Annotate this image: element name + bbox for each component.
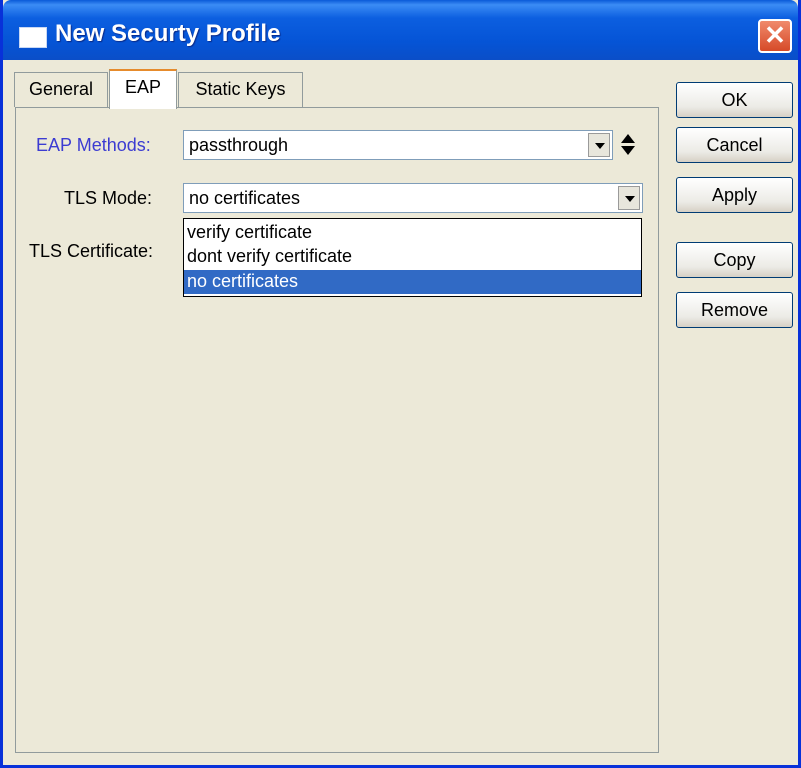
copy-button[interactable]: Copy [676,242,793,278]
list-item[interactable]: dont verify certificate [184,245,641,269]
chevron-down-icon[interactable] [618,186,640,210]
chevron-down-icon[interactable] [588,133,610,157]
close-button[interactable]: ✕ [758,19,792,53]
ok-button[interactable]: OK [676,82,793,118]
tls-certificate-label: TLS Certificate: [29,241,154,261]
tls-mode-label: TLS Mode: [64,188,153,208]
list-item[interactable]: verify certificate [184,221,641,245]
tls-mode-combo[interactable]: no certificates [183,183,643,213]
title-bar[interactable]: New Securty Profile ✕ [3,0,798,60]
tab-general[interactable]: General [14,72,108,107]
remove-button[interactable]: Remove [676,292,793,328]
eap-methods-combo[interactable]: passthrough [183,130,613,160]
tls-mode-dropdown-list: verify certificate dont verify certifica… [183,218,642,297]
eap-methods-value: passthrough [189,135,289,155]
dialog-window: New Securty Profile ✕ General EAP Static… [0,0,801,768]
cancel-button[interactable]: Cancel [676,127,793,163]
eap-methods-label: EAP Methods: [36,135,151,155]
window-title: New Securty Profile [55,20,281,47]
tab-static-keys[interactable]: Static Keys [178,72,303,107]
window-icon [19,27,47,48]
up-down-arrows-icon[interactable] [619,133,635,159]
apply-button[interactable]: Apply [676,177,793,213]
list-item-selected[interactable]: no certificates [184,270,641,294]
tab-eap[interactable]: EAP [109,69,177,109]
tls-mode-value: no certificates [189,188,301,208]
